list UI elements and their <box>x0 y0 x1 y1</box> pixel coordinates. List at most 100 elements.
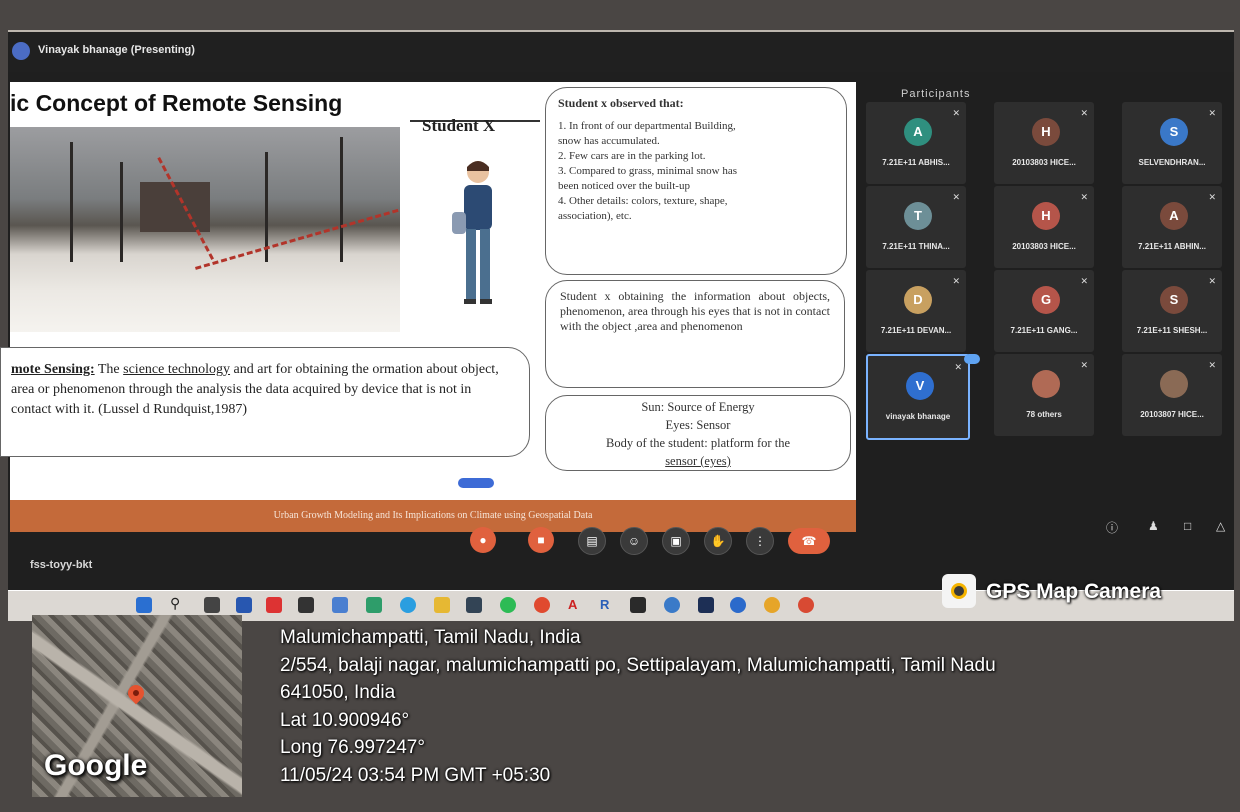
participant-tile[interactable]: G 7.21E+11 GANG... ✕ <box>994 270 1094 352</box>
longitude: Long 76.997247° <box>280 737 425 758</box>
observations-heading: Student x observed that: <box>558 96 684 110</box>
participant-tile[interactable]: Vvinayak bhanage ✕ <box>866 354 980 440</box>
reactions-button[interactable]: ☺ <box>620 527 648 555</box>
definition-box: mote Sensing: The science technology and… <box>0 347 530 457</box>
observation-line: 3. Compared to grass, minimal snow has <box>558 165 738 177</box>
activities-icon[interactable]: △ <box>1216 519 1225 533</box>
definition-underlined: science technology <box>123 362 231 377</box>
start-icon[interactable] <box>136 597 152 613</box>
mic-muted-icon: ✕ <box>952 276 960 286</box>
meeting-code: fss-toyy-bkt <box>30 559 93 571</box>
meeting-window: Vinayak bhanage (Presenting) ic Concept … <box>0 30 1234 592</box>
participant-avatar <box>1032 370 1060 398</box>
app-icon[interactable] <box>730 597 746 613</box>
mic-muted-icon: ✕ <box>952 108 960 118</box>
sun-line: sensor (eyes) <box>665 454 731 468</box>
obtaining-info-box: Student x obtaining the information abou… <box>545 280 845 388</box>
energy-sensor-box: Sun: Source of Energy Eyes: Sensor Body … <box>545 395 851 471</box>
gps-brand: GPS Map Camera <box>942 574 1212 608</box>
tree <box>340 137 343 262</box>
acrobat-icon[interactable]: A <box>568 597 584 613</box>
participant-name: 7.21E+11 DEVAN... <box>880 326 952 335</box>
app-icon[interactable] <box>366 597 382 613</box>
chat-icon[interactable]: □ <box>1184 519 1191 533</box>
leave-call-button[interactable]: ☎ <box>788 528 830 554</box>
participant-tile[interactable]: S SELVENDHRAN... ✕ <box>1122 102 1222 184</box>
app-icon[interactable] <box>466 597 482 613</box>
participant-tile[interactable]: S 7.21E+11 SHESH... ✕ <box>1122 270 1222 352</box>
photo-frame: Vinayak bhanage (Presenting) ic Concept … <box>0 0 1240 812</box>
chrome-icon[interactable] <box>534 597 550 613</box>
raise-hand-button[interactable]: ✋ <box>704 527 732 555</box>
app-icon[interactable] <box>332 597 348 613</box>
participant-tile[interactable]: 20103807 HICE... ✕ <box>1122 354 1222 436</box>
definition-keyword: mote Sensing: <box>11 362 95 377</box>
latitude: Lat 10.900946° <box>280 709 410 731</box>
slide-control-badge[interactable] <box>458 478 494 488</box>
meeting-topbar: Vinayak bhanage (Presenting) <box>8 32 1234 72</box>
mic-muted-icon: ✕ <box>1080 192 1088 202</box>
participant-avatar: V <box>906 372 934 400</box>
chrome-icon[interactable] <box>798 597 814 613</box>
participant-tile[interactable]: D 7.21E+11 DEVAN... ✕ <box>866 270 966 352</box>
participant-name: vinayak bhanage <box>885 412 951 421</box>
address-line: 641050, India <box>280 682 396 703</box>
participant-name: SELVENDHRAN... <box>1138 158 1206 167</box>
snow-scene-photo <box>10 127 400 332</box>
r-app-icon[interactable]: R <box>600 597 616 613</box>
timestamp: 11/05/24 03:54 PM GMT +05:30 <box>280 764 551 786</box>
participant-avatar: H <box>1032 118 1060 146</box>
participant-name: 78 others <box>1026 410 1062 419</box>
participant-tile[interactable]: A 7.21E+11 ABHIN... ✕ <box>1122 186 1222 268</box>
location-map: Google <box>32 615 242 797</box>
app-icon[interactable] <box>764 597 780 613</box>
participant-name: 20103803 HICE... <box>1012 158 1076 167</box>
observation-line: association), etc. <box>558 210 632 222</box>
edge-icon[interactable] <box>400 597 416 613</box>
people-icon[interactable]: ♟ <box>1148 519 1159 533</box>
presenter-label: Vinayak bhanage (Presenting) <box>38 44 195 56</box>
taskview-icon[interactable] <box>204 597 220 613</box>
observation-line: 2. Few cars are in the parking lot. <box>558 150 706 162</box>
camera-off-button[interactable]: ■ <box>528 527 554 553</box>
whatsapp-icon[interactable] <box>500 597 516 613</box>
participant-avatar: A <box>1160 202 1188 230</box>
app-icon[interactable] <box>630 597 646 613</box>
slide-title: ic Concept of Remote Sensing <box>10 90 343 116</box>
app-icon[interactable] <box>298 597 314 613</box>
observations-box: Student x observed that: 1. In front of … <box>545 87 847 275</box>
map-pin-icon <box>124 681 148 705</box>
observation-line: 4. Other details: colors, texture, shape… <box>558 195 728 207</box>
participant-name: 7.21E+11 SHESH... <box>1136 326 1208 335</box>
mic-muted-icon: ✕ <box>954 362 962 372</box>
present-button[interactable]: ▣ <box>662 527 690 555</box>
participant-name: 20103803 HICE... <box>1012 242 1076 251</box>
observation-line: 1. In front of our departmental Building… <box>558 120 736 132</box>
participant-tile[interactable]: H 20103803 HICE... ✕ <box>994 186 1094 268</box>
address-line: 2/554, balaji nagar, malumichampatti po,… <box>280 654 996 676</box>
shared-slide: ic Concept of Remote Sensing Student X S… <box>0 82 856 532</box>
participant-tile[interactable]: 78 others ✕ <box>994 354 1094 436</box>
presenter-avatar-icon <box>12 42 30 60</box>
people-panel-title: Participants <box>901 88 971 100</box>
participant-tile[interactable]: H 20103803 HICE... ✕ <box>994 102 1094 184</box>
search-icon[interactable]: ⚲ <box>170 595 186 611</box>
participant-avatar: D <box>904 286 932 314</box>
app-icon[interactable] <box>698 597 714 613</box>
participant-tile[interactable]: T 7.21E+11 THINA... ✕ <box>866 186 966 268</box>
app-icon[interactable] <box>266 597 282 613</box>
participant-tile[interactable]: A 7.21E+11 ABHIS... ✕ <box>866 102 966 184</box>
explorer-icon[interactable] <box>236 597 252 613</box>
participant-avatar: T <box>904 202 932 230</box>
student-label: Student X <box>422 116 496 135</box>
captions-button[interactable]: ▤ <box>578 527 606 555</box>
folder-icon[interactable] <box>434 597 450 613</box>
mic-muted-icon: ✕ <box>1208 192 1216 202</box>
app-icon[interactable] <box>664 597 680 613</box>
mic-muted-icon: ✕ <box>1208 360 1216 370</box>
participant-avatar: S <box>1160 118 1188 146</box>
sun-line: Eyes: Sensor <box>665 418 731 432</box>
mic-off-button[interactable]: ● <box>470 527 496 553</box>
info-icon[interactable]: ⓘ <box>1106 519 1118 536</box>
more-options-button[interactable]: ⋮ <box>746 527 774 555</box>
